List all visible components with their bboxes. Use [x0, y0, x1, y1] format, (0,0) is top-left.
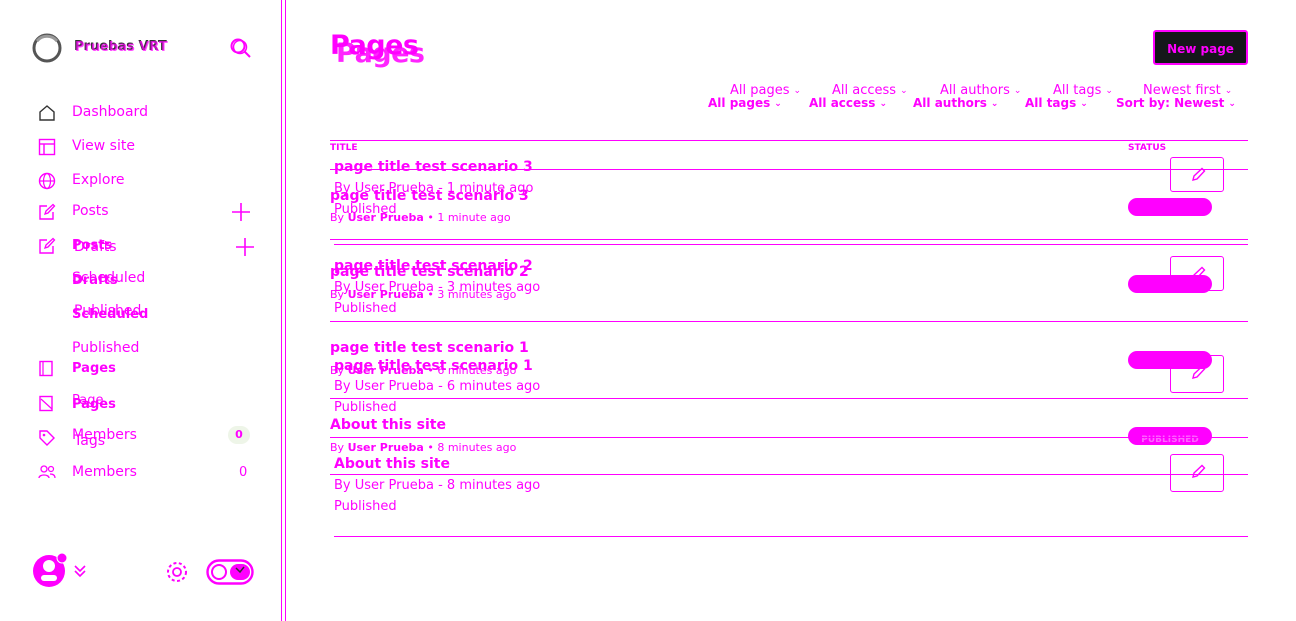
browser-icon: [38, 138, 56, 156]
members-count: 0: [239, 465, 248, 480]
table-top-border: [330, 140, 1248, 141]
table-bottom-border: [334, 536, 1248, 537]
row-divider: [330, 398, 1248, 399]
row-divider: [330, 239, 1248, 240]
row-divider: [330, 474, 1248, 475]
filter-access-ghost: All access ⌄: [809, 96, 887, 110]
search-icon[interactable]: [230, 38, 252, 58]
row-meta-ghost: By User Prueba • 6 minutes ago: [330, 364, 517, 377]
row-meta-ghost: By User Prueba • 1 minute ago: [330, 211, 511, 224]
sidebar: Pruebas VRT Pruebas VRT Dashboard View s…: [0, 0, 282, 621]
col-header-status: STATUS: [1128, 143, 1167, 153]
row-title-ghost: page title test scenario 3: [330, 188, 529, 204]
night-mode-toggle-icon[interactable]: [206, 559, 254, 585]
row-meta: By User Prueba - 6 minutes ago: [334, 379, 541, 394]
row-divider: [330, 321, 1248, 322]
gear-icon[interactable]: [165, 560, 189, 584]
nav-scheduled-ghost: Scheduled: [72, 307, 149, 322]
members-count-ghost: 0: [235, 428, 243, 441]
site-logo-icon[interactable]: [32, 33, 62, 63]
add-post-ghost-icon: [235, 237, 255, 257]
row-status: Published: [334, 301, 397, 316]
row-title-ghost: About this site: [334, 456, 450, 472]
edit-pencil-icon: [1192, 365, 1206, 379]
nav-view-site[interactable]: View site: [72, 138, 135, 154]
nav-explore[interactable]: Explore: [72, 172, 125, 188]
status-badge: [1128, 198, 1212, 216]
status-badge: [1128, 275, 1212, 293]
row-meta-ghost: By User Prueba • 3 minutes ago: [330, 288, 517, 301]
row-divider: [330, 437, 1248, 438]
filter-pages-ghost: All pages ⌄: [708, 96, 782, 110]
row-meta: By User Prueba - 8 minutes ago: [334, 478, 541, 493]
filter-sort-ghost: Sort by: Newest ⌄: [1116, 96, 1236, 110]
row-title[interactable]: About this site: [330, 417, 446, 433]
pencil-square-icon: [38, 203, 56, 221]
members-count-badge-ghost: 0: [228, 426, 250, 444]
page-icon: [38, 360, 54, 378]
page-title-ghost: Pages: [336, 38, 425, 69]
status-badge: PUBLISHED: [1128, 427, 1212, 445]
tag-icon: [38, 429, 56, 447]
nav-dashboard[interactable]: Dashboard: [72, 104, 148, 120]
pencil-square-icon: [38, 237, 56, 255]
nav-pages-ghost: Pages: [72, 397, 116, 412]
avatar[interactable]: [32, 551, 68, 589]
edit-button[interactable]: [1170, 355, 1224, 393]
add-post-icon[interactable]: [231, 202, 251, 222]
new-page-button[interactable]: New page: [1153, 30, 1248, 65]
filter-authors-ghost: All authors ⌄: [913, 96, 999, 110]
nav-pages[interactable]: Pages: [72, 361, 116, 376]
edit-button[interactable]: [1170, 454, 1224, 492]
nav-published-ghost: Published: [72, 340, 140, 356]
filter-tags-ghost: All tags ⌄: [1025, 96, 1088, 110]
page-ghost-icon: [38, 395, 56, 413]
nav-drafts[interactable]: Drafts: [74, 239, 117, 255]
row-title[interactable]: page title test scenario 3: [334, 159, 533, 175]
edit-pencil-icon: [1192, 464, 1206, 478]
row-title-ghost: page title test scenario 2: [330, 264, 529, 280]
edit-pencil-icon: [1192, 167, 1206, 181]
nav-members[interactable]: Members: [72, 464, 137, 480]
new-page-button-label: New page: [1167, 42, 1234, 56]
row-title[interactable]: page title test scenario 1: [330, 340, 529, 356]
chevron-down-icon[interactable]: [74, 564, 86, 578]
nav-members-ghost: Members: [72, 427, 137, 443]
row-status: Published: [334, 499, 397, 514]
edit-button[interactable]: [1170, 157, 1224, 192]
home-icon: [38, 104, 56, 122]
row-meta-ghost: By User Prueba • 8 minutes ago: [330, 441, 517, 454]
row-status: Published: [334, 400, 397, 415]
nav-drafts-ghost: Drafts: [72, 273, 118, 288]
row-divider: [334, 244, 1248, 245]
sidebar-divider-ghost: [285, 0, 286, 621]
site-title-ghost: Pruebas VRT: [75, 40, 168, 55]
col-header-title: TITLE: [330, 143, 358, 153]
globe-icon: [38, 172, 56, 190]
nav-posts[interactable]: Posts: [72, 203, 109, 219]
sidebar-divider: [281, 0, 282, 621]
members-icon: [38, 465, 56, 479]
